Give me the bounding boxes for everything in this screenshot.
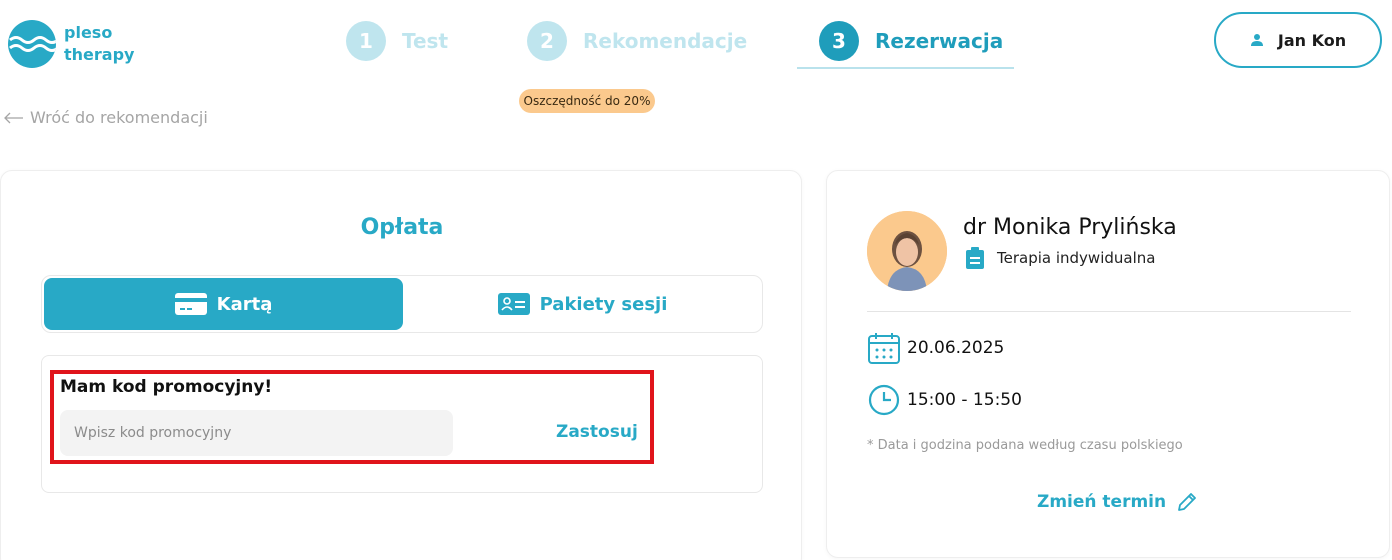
promo-code-input[interactable] xyxy=(60,410,453,456)
calendar-icon xyxy=(868,333,900,364)
step-number: 3 xyxy=(819,21,859,61)
change-date-label: Zmień termin xyxy=(1037,492,1167,512)
payment-card: Opłata Kartą Pakiety sesji xyxy=(0,170,802,560)
step-label: Rekomendacje xyxy=(583,29,748,53)
tab-session-packages[interactable]: Pakiety sesji xyxy=(403,278,762,330)
user-name: Jan Kon xyxy=(1277,30,1347,50)
appointment-card: dr Monika Prylińska Terapia indywidualna… xyxy=(826,170,1390,558)
active-step-underline xyxy=(797,67,1014,69)
payment-title: Opłata xyxy=(360,215,444,240)
session-package-icon xyxy=(497,293,530,315)
step-recommendations[interactable]: 2 Rekomendacje xyxy=(527,20,747,62)
tab-label: Pakiety sesji xyxy=(539,293,668,315)
pencil-icon xyxy=(1178,493,1197,511)
appointment-date: 20.06.2025 xyxy=(867,331,1004,365)
user-menu-button[interactable]: Jan Kon xyxy=(1214,12,1382,68)
user-icon xyxy=(1250,34,1263,46)
therapy-type-label: Terapia indywidualna xyxy=(997,249,1156,267)
credit-card-icon xyxy=(174,293,207,315)
back-to-recommendations-link[interactable]: Wróć do rekomendacji xyxy=(4,108,208,127)
arrow-left-icon xyxy=(4,112,23,123)
progress-steps: 1 Test 2 Rekomendacje 3 Rezerwacja xyxy=(0,20,1392,70)
clipboard-icon xyxy=(966,247,984,269)
step-number: 2 xyxy=(527,21,567,61)
tab-label: Kartą xyxy=(216,293,273,315)
appointment-time: 15:00 - 15:50 xyxy=(867,383,1022,417)
appointment-time-value: 15:00 - 15:50 xyxy=(907,390,1022,410)
step-test[interactable]: 1 Test xyxy=(346,20,448,62)
appointment-date-value: 20.06.2025 xyxy=(907,338,1005,358)
therapy-type: Terapia indywidualna xyxy=(965,247,1155,269)
change-date-button[interactable]: Zmień termin xyxy=(1037,491,1198,513)
tab-card-payment[interactable]: Kartą xyxy=(44,278,403,330)
doctor-name: dr Monika Prylińska xyxy=(963,215,1177,240)
timezone-note: * Data i godzina podana według czasu pol… xyxy=(867,438,1183,453)
promo-code-title: Mam kod promocyjny! xyxy=(60,377,273,397)
back-link-label: Wróć do rekomendacji xyxy=(30,108,208,127)
step-number: 1 xyxy=(346,21,386,61)
savings-badge: Oszczędność do 20% xyxy=(519,89,655,113)
step-reservation[interactable]: 3 Rezerwacja xyxy=(819,20,1003,62)
step-label: Rezerwacja xyxy=(875,29,1004,53)
clock-icon xyxy=(868,384,900,416)
step-label: Test xyxy=(402,29,449,53)
avatar xyxy=(867,211,947,291)
apply-promo-button[interactable]: Zastosuj xyxy=(556,422,638,442)
divider xyxy=(867,311,1351,312)
payment-method-tabs: Kartą Pakiety sesji xyxy=(41,275,763,333)
